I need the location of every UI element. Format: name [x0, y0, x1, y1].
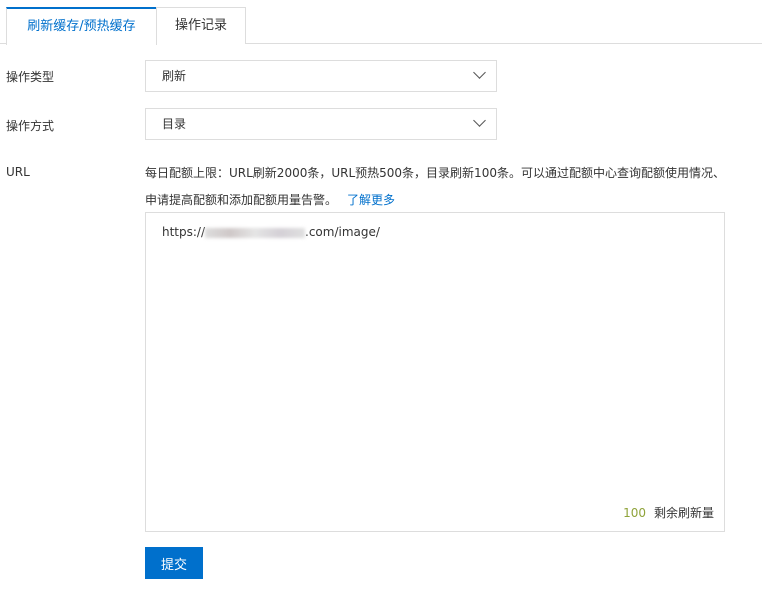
- tab-bar: 刷新缓存/预热缓存 操作记录: [0, 0, 762, 45]
- quota-hint: 每日配额上限：URL刷新2000条，URL预热500条，目录刷新100条。可以通…: [145, 160, 735, 214]
- chevron-down-icon: [473, 114, 486, 127]
- operation-type-label: 操作类型: [6, 70, 55, 84]
- chevron-down-icon: [473, 66, 486, 79]
- url-value-prefix: https://: [162, 225, 206, 239]
- tab-operation-log[interactable]: 操作记录: [156, 7, 246, 44]
- operation-method-select[interactable]: 目录: [145, 108, 497, 140]
- url-label: URL: [6, 165, 30, 179]
- remaining-counter: 100 剩余刷新量: [623, 504, 714, 521]
- remaining-label: 剩余刷新量: [653, 506, 714, 520]
- learn-more-link[interactable]: 了解更多: [347, 193, 395, 207]
- url-textarea[interactable]: https:// .com/image/ 100 剩余刷新量: [145, 212, 725, 532]
- operation-type-value: 刷新: [162, 69, 187, 83]
- tab-refresh-preload[interactable]: 刷新缓存/预热缓存: [6, 7, 157, 45]
- quota-hint-text: 每日配额上限：URL刷新2000条，URL预热500条，目录刷新100条。可以通…: [145, 166, 725, 207]
- url-value-suffix: .com/image/: [305, 225, 380, 239]
- operation-type-select[interactable]: 刷新: [145, 60, 497, 92]
- remaining-count: 100: [623, 506, 646, 520]
- operation-method-value: 目录: [162, 117, 187, 131]
- submit-button[interactable]: 提交: [145, 547, 203, 579]
- redacted-domain: [205, 227, 306, 238]
- operation-method-label: 操作方式: [6, 119, 55, 133]
